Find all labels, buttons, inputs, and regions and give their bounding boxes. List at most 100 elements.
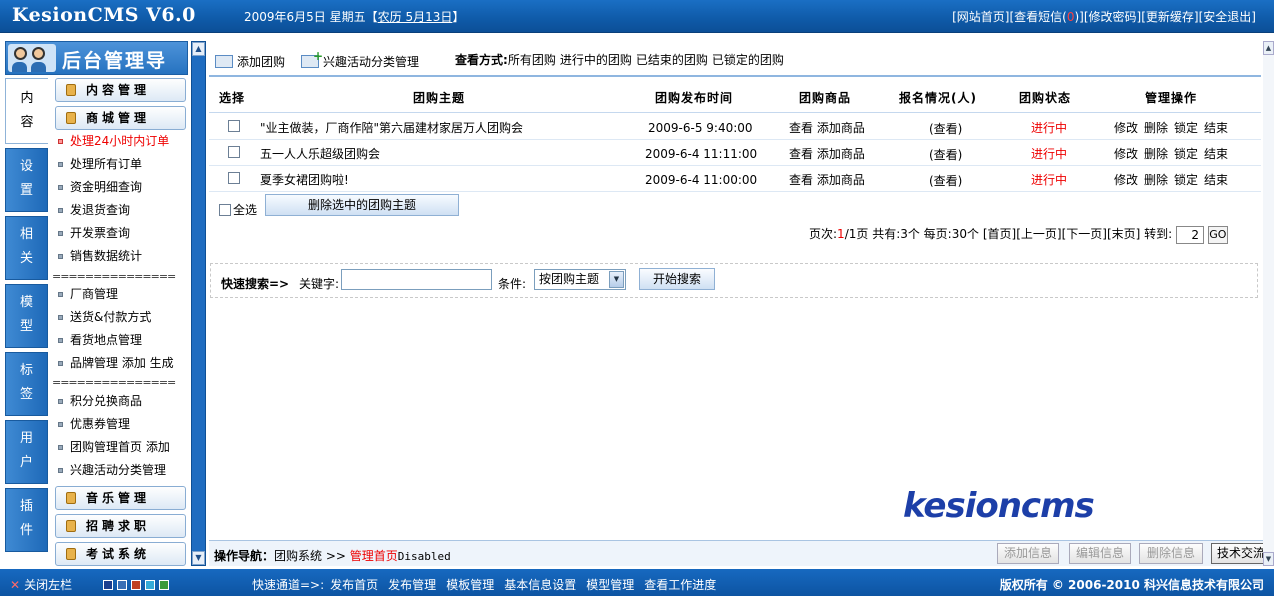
theme-swatch[interactable] bbox=[159, 580, 169, 590]
keyword-input[interactable] bbox=[341, 269, 492, 290]
messages-link[interactable]: [查看短信(0)] bbox=[1009, 10, 1083, 24]
change-password-link[interactable]: [修改密码] bbox=[1084, 10, 1141, 24]
breadcrumb-system-link[interactable]: 团购系统 bbox=[274, 549, 322, 563]
row-checkbox[interactable] bbox=[228, 146, 240, 161]
end-link[interactable]: 结束 bbox=[1204, 121, 1228, 135]
condition-select[interactable]: 按团购主题 ▼ bbox=[534, 269, 626, 290]
quick-link-progress[interactable]: 查看工作进度 bbox=[644, 578, 716, 592]
scroll-up-icon[interactable]: ▲ bbox=[1263, 41, 1274, 55]
row-checkbox[interactable] bbox=[228, 172, 240, 187]
select-all-checkbox[interactable] bbox=[219, 204, 231, 216]
row-title[interactable]: 夏季女裙团购啦! bbox=[260, 171, 349, 188]
menu-item-points-exchange[interactable]: 积分兑换商品 bbox=[58, 392, 142, 410]
sidebar-scrollbar[interactable]: ▲ ▼ bbox=[191, 41, 206, 566]
lunar-date-link[interactable]: 农历 5月13日 bbox=[378, 10, 453, 24]
menu-item-returns[interactable]: 发退货查询 bbox=[58, 201, 130, 219]
menu-item-interest-categories[interactable]: 兴趣活动分类管理 bbox=[58, 461, 166, 479]
menu-head-music[interactable]: 音乐管理 bbox=[55, 486, 186, 510]
row-signup-link[interactable]: (查看) bbox=[929, 172, 962, 189]
row-checkbox[interactable] bbox=[228, 120, 240, 135]
main-scrollbar[interactable]: ▲ ▼ bbox=[1263, 41, 1274, 566]
prev-page-link[interactable]: [上一页] bbox=[1016, 227, 1061, 241]
row-title[interactable]: 五一人人乐超级团购会 bbox=[260, 145, 380, 162]
next-page-link[interactable]: [下一页] bbox=[1062, 227, 1107, 241]
row-goods-links[interactable]: 查看 添加商品 bbox=[789, 145, 865, 162]
tab-plugins[interactable]: 插件 bbox=[5, 488, 48, 552]
row-signup-link[interactable]: (查看) bbox=[929, 146, 962, 163]
menu-head-exam[interactable]: 考试系统 bbox=[55, 542, 186, 566]
edit-link[interactable]: 修改 bbox=[1114, 147, 1138, 161]
row-title[interactable]: "业主做装，厂商作陪"第六届建材家居万人团购会 bbox=[260, 119, 523, 136]
theme-swatch[interactable] bbox=[103, 580, 113, 590]
lock-link[interactable]: 锁定 bbox=[1174, 147, 1198, 161]
edit-link[interactable]: 修改 bbox=[1114, 121, 1138, 135]
last-page-link[interactable]: [末页] bbox=[1107, 227, 1140, 241]
start-search-button[interactable]: 开始搜索 bbox=[639, 268, 715, 290]
menu-item-viewing-locations[interactable]: 看货地点管理 bbox=[58, 331, 142, 349]
add-info-button[interactable]: 添加信息 bbox=[997, 543, 1059, 564]
logout-link[interactable]: [安全退出] bbox=[1199, 10, 1256, 24]
tab-settings[interactable]: 设置 bbox=[5, 148, 48, 212]
menu-item-invoices[interactable]: 开发票查询 bbox=[58, 224, 130, 242]
tab-content[interactable]: 内容 bbox=[5, 78, 48, 144]
scroll-down-icon[interactable]: ▼ bbox=[192, 551, 205, 565]
site-home-link[interactable]: [网站首页] bbox=[952, 10, 1009, 24]
view-all-link[interactable]: 所有团购 bbox=[508, 53, 556, 67]
scroll-down-icon[interactable]: ▼ bbox=[1263, 552, 1274, 566]
menu-head-jobs[interactable]: 招聘求职 bbox=[55, 514, 186, 538]
end-link[interactable]: 结束 bbox=[1204, 173, 1228, 187]
go-button[interactable]: GO bbox=[1207, 225, 1228, 244]
menu-item-brands[interactable]: 品牌管理 添加 生成 bbox=[58, 354, 174, 372]
update-cache-link[interactable]: [更新缓存] bbox=[1141, 10, 1198, 24]
menu-item-sales-stats[interactable]: 销售数据统计 bbox=[58, 247, 142, 265]
condition-label: 条件: bbox=[498, 277, 527, 291]
menu-head-shop[interactable]: 商城管理 bbox=[55, 106, 186, 130]
quick-link-publish-home[interactable]: 发布首页 bbox=[330, 578, 378, 592]
edit-info-button[interactable]: 编辑信息 bbox=[1069, 543, 1131, 564]
select-all[interactable]: 全选 bbox=[219, 201, 257, 218]
row-goods-links[interactable]: 查看 添加商品 bbox=[789, 119, 865, 136]
page-number-input[interactable]: 2 bbox=[1176, 225, 1205, 244]
add-group-buy-button[interactable]: 添加团购 bbox=[215, 53, 285, 70]
delete-link[interactable]: 删除 bbox=[1144, 147, 1168, 161]
quick-link-basic-settings[interactable]: 基本信息设置 bbox=[504, 578, 576, 592]
menu-item-orders-24h[interactable]: 处理24小时内订单 bbox=[58, 132, 169, 150]
row-signup-link[interactable]: (查看) bbox=[929, 120, 962, 137]
menu-item-funds[interactable]: 资金明细查询 bbox=[58, 178, 142, 196]
delete-link[interactable]: 删除 bbox=[1144, 173, 1168, 187]
theme-swatch[interactable] bbox=[145, 580, 155, 590]
tab-models[interactable]: 模型 bbox=[5, 284, 48, 348]
theme-swatch[interactable] bbox=[117, 580, 127, 590]
menu-item-coupons[interactable]: 优惠券管理 bbox=[58, 415, 130, 433]
view-ended-link[interactable]: 已结束的团购 bbox=[636, 53, 708, 67]
view-locked-link[interactable]: 已锁定的团购 bbox=[712, 53, 784, 67]
theme-swatch[interactable] bbox=[131, 580, 141, 590]
quick-link-publish-manage[interactable]: 发布管理 bbox=[388, 578, 436, 592]
first-page-link[interactable]: [首页] bbox=[983, 227, 1016, 241]
row-goods-links[interactable]: 查看 添加商品 bbox=[789, 171, 865, 188]
interest-category-button[interactable]: 兴趣活动分类管理 bbox=[301, 49, 419, 70]
menu-item-all-orders[interactable]: 处理所有订单 bbox=[58, 155, 142, 173]
quick-link-models[interactable]: 模型管理 bbox=[586, 578, 634, 592]
menu-item-group-buy[interactable]: 团购管理首页 添加 bbox=[58, 438, 170, 456]
delete-info-button[interactable]: 删除信息 bbox=[1139, 543, 1203, 564]
tab-tags[interactable]: 标签 bbox=[5, 352, 48, 416]
lock-link[interactable]: 锁定 bbox=[1174, 173, 1198, 187]
lock-link[interactable]: 锁定 bbox=[1174, 121, 1198, 135]
menu-item-delivery-payment[interactable]: 送货&付款方式 bbox=[58, 308, 151, 326]
menu-item-vendors[interactable]: 厂商管理 bbox=[58, 285, 118, 303]
tech-exchange-button[interactable]: 技术交流 bbox=[1211, 543, 1271, 564]
delete-link[interactable]: 删除 bbox=[1144, 121, 1168, 135]
quick-link-templates[interactable]: 模板管理 bbox=[446, 578, 494, 592]
edit-link[interactable]: 修改 bbox=[1114, 173, 1138, 187]
close-left-panel-button[interactable]: ✕ 关闭左栏 bbox=[10, 576, 72, 593]
delete-selected-button[interactable]: 删除选中的团购主题 bbox=[265, 194, 459, 216]
tab-users[interactable]: 用户 bbox=[5, 420, 48, 484]
scroll-up-icon[interactable]: ▲ bbox=[192, 42, 205, 56]
menu-head-content[interactable]: 内容管理 bbox=[55, 78, 186, 102]
scrollbar-thumb[interactable] bbox=[192, 56, 205, 496]
tab-related[interactable]: 相关 bbox=[5, 216, 48, 280]
breadcrumb-label: 操作导航： bbox=[214, 549, 275, 563]
end-link[interactable]: 结束 bbox=[1204, 147, 1228, 161]
view-active-link[interactable]: 进行中的团购 bbox=[560, 53, 632, 67]
